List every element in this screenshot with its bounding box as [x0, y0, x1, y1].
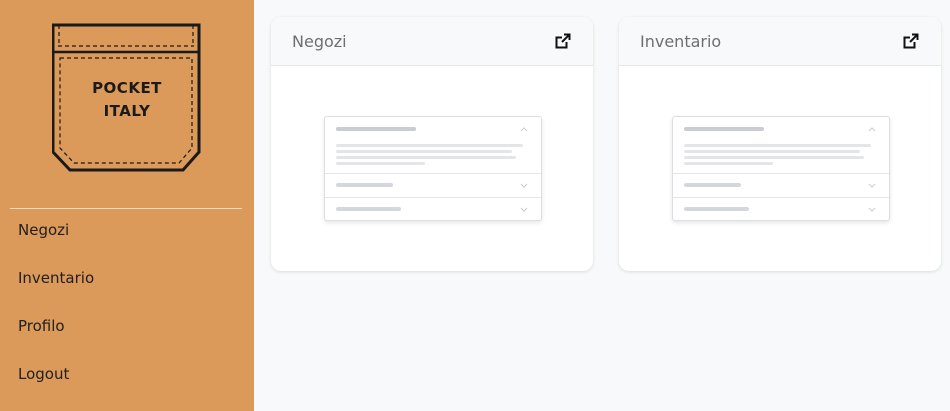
nav-item-negozi[interactable]: Negozi — [18, 220, 69, 240]
nav-item-profilo[interactable]: Profilo — [18, 316, 65, 336]
accordion-preview-graphic — [325, 127, 543, 212]
pocket-italy-logo[interactable]: POCKET ITALY — [51, 22, 202, 174]
nav-item-inventario[interactable]: Inventario — [18, 268, 94, 288]
card-title: Inventario — [640, 32, 722, 51]
sidebar: POCKET ITALY Negozi Inventario Profilo L… — [0, 0, 254, 411]
external-link-icon[interactable] — [903, 33, 919, 49]
logo-text-line1: POCKET — [92, 79, 162, 97]
external-link-icon[interactable] — [555, 33, 571, 49]
accordion-preview-graphic — [673, 127, 891, 212]
accordion-preview-image — [672, 116, 891, 221]
nav-item-logout[interactable]: Logout — [18, 364, 69, 384]
accordion-preview-image — [324, 116, 543, 221]
card-header: Inventario — [619, 17, 941, 66]
logo-text-line2: ITALY — [103, 102, 151, 120]
card-header: Negozi — [271, 17, 593, 66]
card-negozi: Negozi — [271, 17, 593, 271]
sidebar-divider — [10, 208, 242, 209]
card-title: Negozi — [292, 32, 347, 51]
card-inventario: Inventario — [619, 17, 941, 271]
